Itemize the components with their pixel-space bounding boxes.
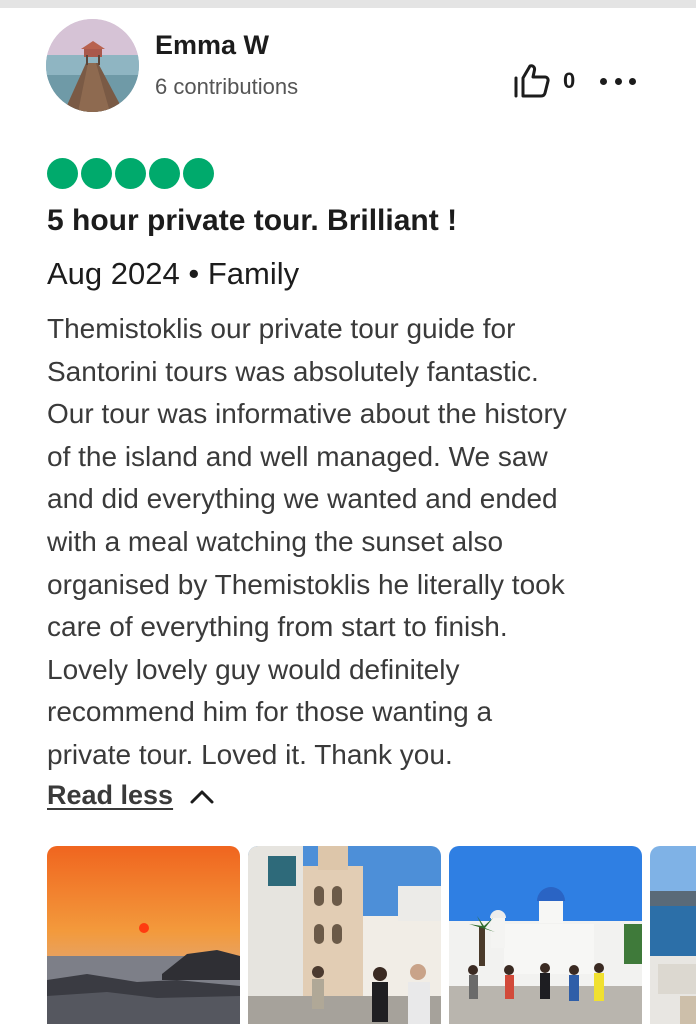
reviewer-contributions: 6 contributions [155,74,299,99]
review-body-line: of the island and well managed. We saw [47,440,548,472]
bell-tower-street-photo [248,846,441,1024]
review-body-line: Santorini tours was absolutely fantastic… [47,355,539,387]
sunset-over-sea-photo [47,846,240,1024]
review-photo[interactable] [449,846,642,1024]
read-less-toggle[interactable]: Read less [47,780,215,811]
rating-bubble [183,158,214,189]
review-photo[interactable] [248,846,441,1024]
rating-bubbles [47,158,214,189]
review-meta: Aug 2024 • Family [47,256,300,291]
review-body-line: with a meal watching the sunset also [47,525,504,557]
review-body-line: Our tour was informative about the histo… [47,398,567,430]
reviewer-name[interactable]: Emma W [155,30,269,61]
reviewer-avatar[interactable] [46,19,139,112]
review-body: Themistoklis our private tour guide for … [47,308,657,777]
more-horizontal-icon-dot-1 [600,77,607,85]
more-horizontal-icon-dot-2 [614,77,622,85]
review-photo-strip[interactable] [47,846,696,1024]
rating-bubble [149,158,180,189]
review-body-line: private tour. Loved it. Thank you. [47,738,453,770]
caldera-view-photo [650,846,696,1024]
review-body-line: organised by Themistoklis he literally t… [47,568,565,600]
review-photo[interactable] [650,846,696,1024]
white-church-blue-dome-photo [449,846,642,1024]
more-horizontal-icon-dot-3 [629,77,636,85]
review-body-line: care of everything from start to finish. [47,611,508,643]
helpful-count: 0 [563,68,576,93]
review-body-line: Themistoklis our private tour guide for [47,313,516,344]
review-photo[interactable] [47,846,240,1024]
review-title: 5 hour private tour. Brilliant ! [47,204,458,237]
review-body-line: and did everything we wanted and ended [47,483,558,515]
review-body-line: Lovely lovely guy would definitely [47,653,460,685]
helpful-vote-button[interactable]: 0 [513,62,575,100]
top-divider [0,0,696,8]
rating-bubble [81,158,112,189]
more-options-button[interactable] [600,66,636,96]
chevron-up-icon [190,790,214,803]
read-less-label: Read less [47,780,174,810]
rating-bubble [115,158,146,189]
review-body-line: recommend him for those wanting a [47,696,493,728]
rating-bubble [47,158,78,189]
thumbs-up-icon [514,64,550,98]
avatar-photo-pier [46,19,139,112]
